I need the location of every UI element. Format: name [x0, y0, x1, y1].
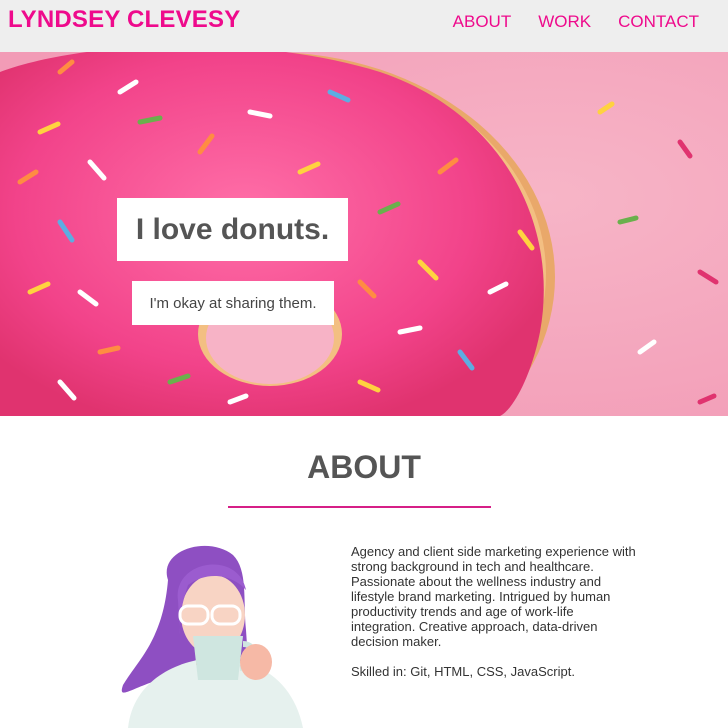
top-navbar: LYNDSEY CLEVESY ABOUT WORK CONTACT — [0, 0, 728, 52]
nav-contact-link[interactable]: CONTACT — [618, 12, 699, 32]
about-text: Agency and client side marketing experie… — [351, 544, 641, 679]
nav-work-link[interactable]: WORK — [538, 12, 591, 32]
nav-about-link[interactable]: ABOUT — [453, 12, 512, 32]
about-skills: Skilled in: Git, HTML, CSS, JavaScript. — [351, 664, 575, 679]
portrait-illustration — [121, 545, 303, 728]
nav-menu: ABOUT WORK CONTACT — [453, 12, 699, 32]
hero-headline: I love donuts. — [117, 198, 348, 261]
hero-banner: I love donuts. I'm okay at sharing them. — [0, 52, 728, 416]
about-bio: Agency and client side marketing experie… — [351, 544, 636, 649]
hero-subheadline: I'm okay at sharing them. — [132, 281, 334, 325]
donut-image — [0, 52, 728, 416]
about-section-title: ABOUT — [307, 449, 421, 485]
brand-logo-link[interactable]: LYNDSEY CLEVESY — [8, 5, 240, 35]
section-divider — [228, 506, 491, 508]
